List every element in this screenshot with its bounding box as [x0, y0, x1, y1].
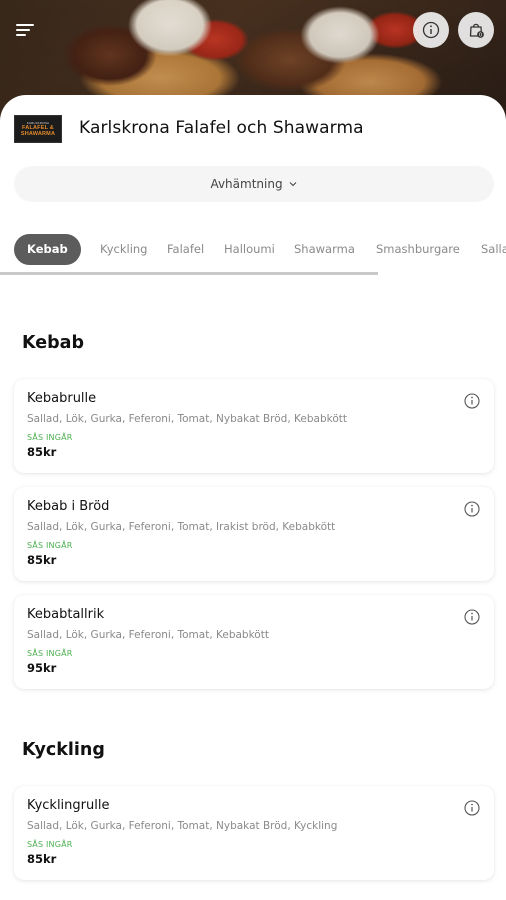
info-icon[interactable]	[463, 500, 481, 518]
section-title-kebab: Kebab	[22, 333, 84, 353]
tab-shawarma[interactable]: Shawarma	[294, 234, 355, 265]
hamburger-menu-icon[interactable]	[12, 20, 38, 40]
menu-item-card[interactable]: Kebab i Bröd Sallad, Lök, Gurka, Feferon…	[14, 487, 494, 581]
item-description: Sallad, Lök, Gurka, Feferoni, Tomat, Ira…	[27, 521, 336, 533]
item-sauce-note: SÅS INGÅR	[27, 840, 73, 849]
tab-sallad[interactable]: Sallad	[481, 234, 506, 265]
menu-item-card[interactable]: Kebabtallrik Sallad, Lök, Gurka, Feferon…	[14, 595, 494, 689]
logo-line2: SHAWARMA	[20, 131, 56, 137]
category-tabs: Kebab Kyckling Falafel Halloumi Shawarma…	[0, 234, 506, 266]
info-icon[interactable]	[463, 608, 481, 626]
restaurant-logo: KARLSKRONA FALAFEL & SHAWARMA	[14, 115, 62, 143]
info-button[interactable]	[413, 12, 449, 48]
tab-halloumi[interactable]: Halloumi	[224, 234, 275, 265]
item-description: Sallad, Lök, Gurka, Feferoni, Tomat, Nyb…	[27, 820, 338, 832]
item-name: Kycklingrulle	[27, 798, 110, 813]
item-name: Kebab i Bröd	[27, 499, 110, 514]
item-price: 95kr	[27, 661, 57, 675]
cart-button[interactable]: 0	[458, 12, 494, 48]
tabs-scroll-indicator	[0, 272, 378, 275]
tab-kyckling[interactable]: Kyckling	[100, 234, 147, 265]
menu-item-card[interactable]: Kycklingrulle Sallad, Lök, Gurka, Fefero…	[14, 786, 494, 880]
tab-smashburgare[interactable]: Smashburgare	[376, 234, 460, 265]
order-mode-selector[interactable]: Avhämtning	[14, 166, 494, 202]
menu-item-card[interactable]: Kebabrulle Sallad, Lök, Gurka, Feferoni,…	[14, 379, 494, 473]
item-sauce-note: SÅS INGÅR	[27, 433, 73, 442]
chevron-down-icon	[289, 182, 296, 187]
item-description: Sallad, Lök, Gurka, Feferoni, Tomat, Nyb…	[27, 413, 347, 425]
item-sauce-note: SÅS INGÅR	[27, 541, 73, 550]
item-price: 85kr	[27, 852, 57, 866]
restaurant-name: Karlskrona Falafel och Shawarma	[79, 118, 364, 138]
shopping-bag-icon: 0	[469, 23, 484, 38]
info-icon[interactable]	[463, 392, 481, 410]
item-price: 85kr	[27, 445, 57, 459]
tab-falafel[interactable]: Falafel	[167, 234, 204, 265]
item-price: 85kr	[27, 553, 57, 567]
item-sauce-note: SÅS INGÅR	[27, 649, 73, 658]
info-icon	[422, 21, 440, 39]
item-description: Sallad, Lök, Gurka, Feferoni, Tomat, Keb…	[27, 629, 269, 641]
tab-kebab[interactable]: Kebab	[14, 234, 81, 265]
cart-count: 0	[479, 32, 482, 38]
item-name: Kebabtallrik	[27, 607, 105, 622]
order-mode-label: Avhämtning	[210, 177, 283, 191]
info-icon[interactable]	[463, 799, 481, 817]
item-name: Kebabrulle	[27, 391, 97, 406]
section-title-kyckling: Kyckling	[22, 740, 105, 760]
